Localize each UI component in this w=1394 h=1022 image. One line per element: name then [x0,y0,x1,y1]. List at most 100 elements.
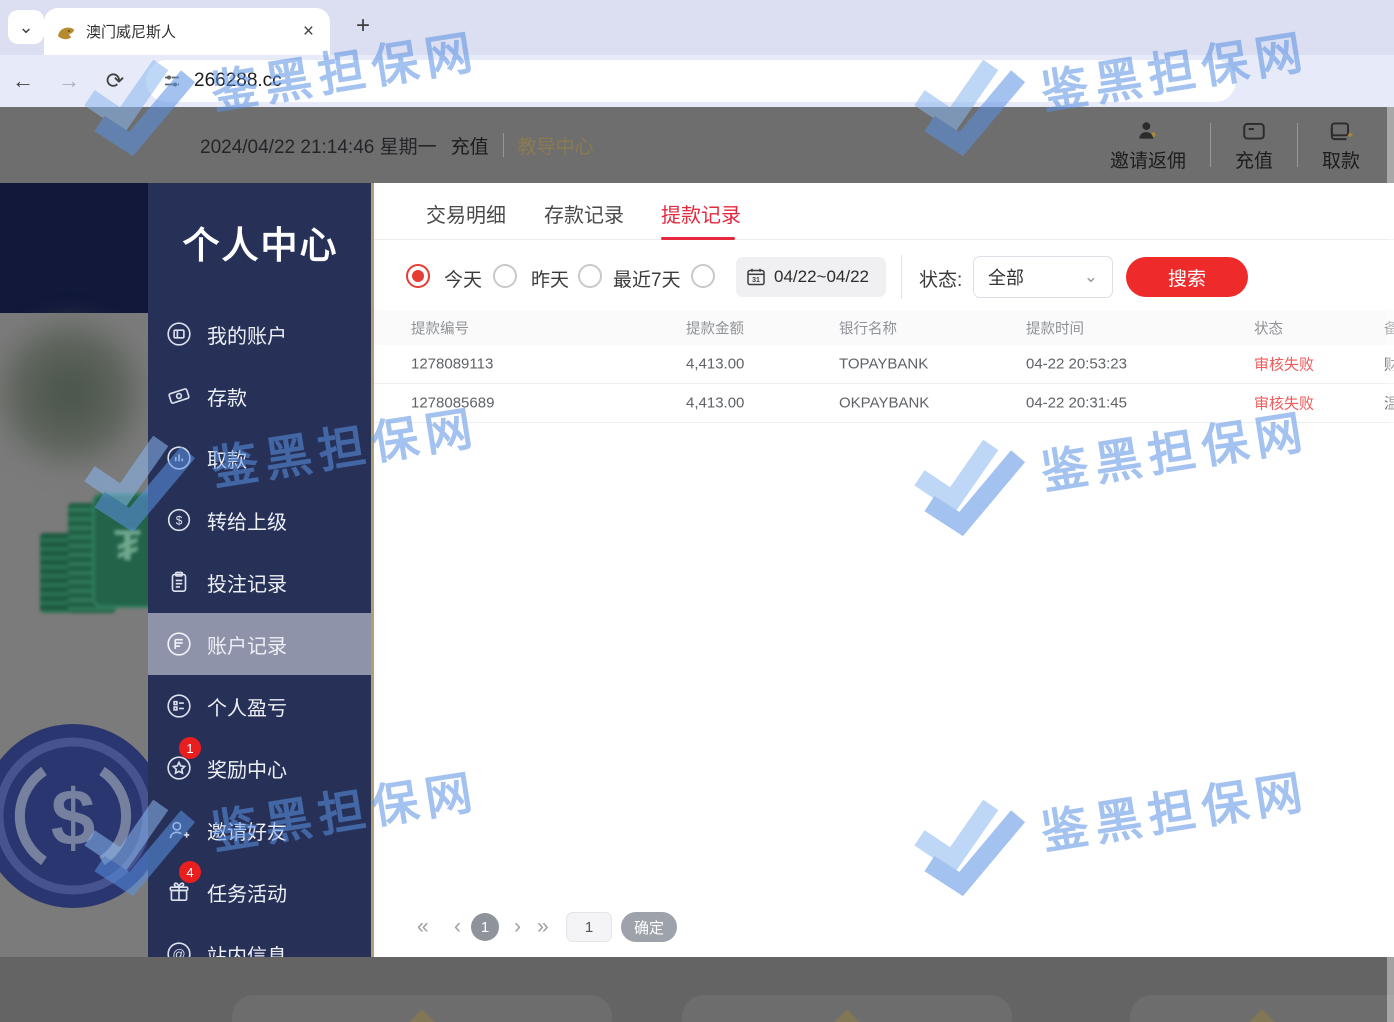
filter-divider [901,255,902,299]
amount: 4,413.00 [686,356,744,373]
last-page-icon[interactable]: » [537,915,549,939]
bet-record-icon [166,569,192,595]
radio-last7days[interactable] [578,264,602,288]
search-button[interactable]: 搜索 [1126,257,1248,297]
col-withdraw-id: 提款编号 [411,317,469,338]
radio-today-label[interactable]: 今天 [444,265,482,292]
reload-icon[interactable]: ⟳ [92,68,138,94]
withdraw-button[interactable]: 取款 [1298,118,1384,173]
date-range-value: 04/22~04/22 [774,267,869,287]
sidebar-item-label: 站内信息 [207,940,287,958]
sidebar-menu: 我的账户 存款 取款 $ [148,303,373,957]
tab-deposit-record[interactable]: 存款记录 [544,199,624,228]
record-tabs: 交易明细 存款记录 提款记录 [374,183,1394,240]
browser-tab-strip: ⌄ 澳门威尼斯人 × + [0,0,1394,55]
sidebar: 个人中心 我的账户 存款 [148,183,373,957]
sidebar-item-label: 奖励中心 [207,754,287,783]
status-badge: 审核失败 [1254,354,1314,375]
deposit-icon [166,383,192,409]
radio-today[interactable] [406,264,430,288]
tab-transaction-detail[interactable]: 交易明细 [426,199,506,228]
tab-withdraw-record[interactable]: 提款记录 [661,199,741,228]
sidebar-item-label: 存款 [207,382,247,411]
site-header: 2024/04/22 21:14:46 星期一 充值 教导中心 邀请返佣 充值 [0,107,1394,183]
current-page[interactable]: 1 [471,913,499,941]
tether-coins-art: ₮ [40,473,148,613]
col-amount: 提款金额 [686,317,744,338]
new-tab-button[interactable]: + [348,12,378,40]
sidebar-item-site-message[interactable]: @ 站内信息 [148,923,373,957]
pagination: « ‹ 1 › » 确定 [374,909,1394,949]
sidebar-item-bet-record[interactable]: 投注记录 [148,551,373,613]
sidebar-item-withdraw[interactable]: 取款 [148,427,373,489]
back-icon[interactable]: ← [0,68,46,94]
site-favicon-icon [56,22,76,42]
tab-search-button[interactable]: ⌄ [8,10,44,44]
site-message-icon: @ [166,941,192,957]
radio-yesterday-label[interactable]: 昨天 [531,265,569,292]
browser-toolbar: ← → ⟳ 266288.cc [0,55,1394,107]
status-select[interactable]: 全部 ⌄ [973,256,1113,298]
chevron-down-icon: ⌄ [18,17,33,38]
usd-coin-art: $ [0,721,148,916]
date-range-picker[interactable]: 31 04/22~04/22 [736,257,886,297]
sidebar-title: 个人中心 [148,215,373,269]
site-info-icon[interactable] [162,71,182,91]
first-page-icon[interactable]: « [417,915,429,939]
invite-friends-icon [166,817,192,843]
tab-close-icon[interactable]: × [299,21,318,43]
tutorial-center-link[interactable]: 教导中心 [518,132,594,159]
col-bank: 银行名称 [839,317,897,338]
time: 04-22 20:53:23 [1026,356,1127,373]
svg-text:31: 31 [752,277,760,284]
sidebar-item-label: 任务活动 [207,878,287,907]
sidebar-item-reward-center[interactable]: 1 奖励中心 [148,737,373,799]
nav-label: 邀请返佣 [1110,146,1186,173]
url-text[interactable]: 266288.cc [194,70,282,92]
sidebar-item-invite-friends[interactable]: 邀请好友 [148,799,373,861]
svg-text:$: $ [51,773,96,862]
sidebar-item-profit-loss[interactable]: 个人盈亏 [148,675,373,737]
filter-row: 今天 昨天 最近7天 31 04/22~04/22 状态: [374,241,1394,311]
radio-custom-range[interactable] [691,264,715,288]
prev-page-icon[interactable]: ‹ [454,915,461,939]
status-select-value: 全部 [988,264,1084,290]
background-card [232,995,612,1022]
chevron-down-icon: ⌄ [1084,267,1098,287]
sidebar-item-my-account[interactable]: 我的账户 [148,303,373,365]
sidebar-item-transfer-up[interactable]: $ 转给上级 [148,489,373,551]
sidebar-item-deposit[interactable]: 存款 [148,365,373,427]
table-header: 提款编号 提款金额 银行名称 提款时间 状态 备注 [374,310,1394,345]
radio-last7days-label[interactable]: 最近7天 [613,265,681,292]
sidebar-item-account-record[interactable]: 账户记录 [148,613,373,675]
col-time: 提款时间 [1026,317,1084,338]
page-body: ₮ $ 个人中心 我的账户 [0,183,1394,957]
url-bar[interactable]: 266288.cc [146,60,1236,102]
withdraw-id: 1278085689 [411,395,494,412]
next-page-icon[interactable]: › [514,915,521,939]
sidebar-item-task-activity[interactable]: 4 任务活动 [148,861,373,923]
page-scrollbar[interactable] [1387,107,1394,1022]
sidebar-item-label: 取款 [207,444,247,473]
radio-yesterday[interactable] [493,264,517,288]
invite-commission-button[interactable]: 邀请返佣 [1086,118,1210,173]
forward-icon[interactable]: → [46,68,92,94]
recharge-button[interactable]: 充值 [1211,118,1297,173]
nav-label: 充值 [1235,146,1273,173]
screen: ⌄ 澳门威尼斯人 × + ← → ⟳ 266288.cc [0,0,1394,1022]
tab-title: 澳门威尼斯人 [86,21,299,42]
withdraw-wallet-icon [1328,118,1354,144]
background-card [682,995,1012,1022]
status-badge: 审核失败 [1254,393,1314,414]
browser-tab[interactable]: 澳门威尼斯人 × [44,8,330,55]
svg-text:$: $ [176,513,183,527]
page-confirm-button[interactable]: 确定 [621,912,677,942]
dimmed-page-bottom [0,957,1394,1022]
status-label: 状态: [919,265,962,292]
header-nav: 邀请返佣 充值 取款 [1086,107,1384,183]
page-jump-input[interactable] [566,912,612,942]
recharge-link[interactable]: 充值 [451,132,489,159]
invite-commission-icon [1135,118,1161,144]
diamond-icon [834,1009,859,1022]
header-left: 2024/04/22 21:14:46 星期一 充值 教导中心 [200,107,594,183]
